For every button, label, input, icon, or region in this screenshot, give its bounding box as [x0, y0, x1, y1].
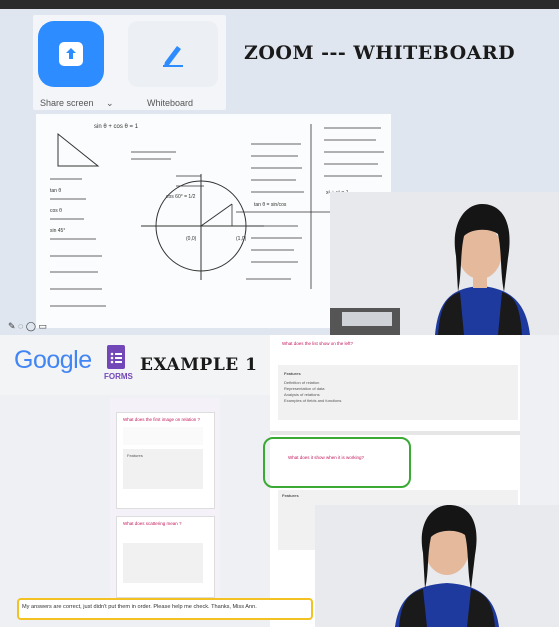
question-card[interactable]: What does the first image on relation ? …	[116, 412, 215, 509]
presenter-image	[330, 192, 559, 335]
forms-icon	[107, 345, 125, 369]
whiteboard-toolbar[interactable]: ✎ ◌ ◯ ▭	[8, 321, 47, 332]
share-screen-button[interactable]	[38, 21, 104, 87]
answer-comment-text: My answers are correct, just didn't put …	[22, 604, 257, 610]
highlighted-answer-box	[263, 437, 411, 488]
phone-form-preview: What does the first image on relation ? …	[110, 398, 220, 598]
share-screen-label: Share screen	[40, 98, 94, 108]
google-logo: Google	[14, 346, 92, 374]
top-bar	[0, 0, 559, 9]
whiteboard-button[interactable]	[128, 21, 218, 87]
svg-text:tan θ = sin/cos: tan θ = sin/cos	[254, 202, 287, 208]
share-screen-icon	[59, 42, 83, 66]
svg-text:(1,0): (1,0)	[236, 236, 247, 242]
svg-text:cos θ: cos θ	[50, 208, 62, 214]
svg-text:cos 60° = 1/2: cos 60° = 1/2	[166, 194, 196, 200]
svg-text:sin θ + cos θ = 1: sin θ + cos θ = 1	[94, 124, 139, 130]
chevron-down-icon[interactable]: ⌄	[106, 98, 114, 109]
svg-text:tan θ: tan θ	[50, 188, 61, 194]
pen-icon	[163, 46, 183, 67]
whiteboard-label: Whiteboard	[147, 98, 194, 108]
svg-text:sin 45°: sin 45°	[50, 228, 65, 234]
svg-text:(0,0): (0,0)	[186, 236, 197, 242]
presenter-video-1	[330, 192, 559, 335]
presenter-video-2	[315, 505, 559, 627]
forms-label: FORMS	[104, 372, 133, 381]
question-card[interactable]: What does scattering mean ?	[116, 516, 215, 598]
presenter-image	[315, 505, 559, 627]
section-title: EXAMPLE 1	[140, 355, 258, 375]
page-title: ZOOM --- WHITEBOARD	[244, 42, 516, 64]
